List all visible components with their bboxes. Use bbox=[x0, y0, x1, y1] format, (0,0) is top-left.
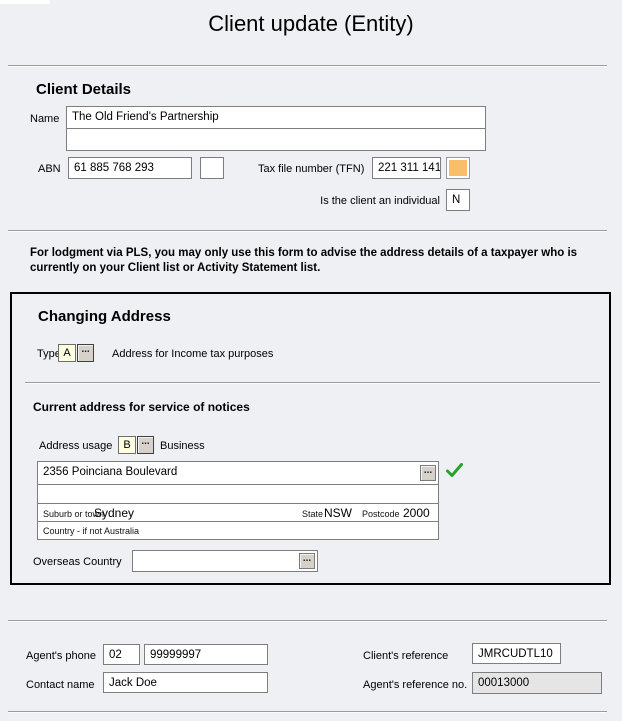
individual-label: Is the client an individual bbox=[250, 195, 440, 207]
agent-phone-label: Agent's phone bbox=[26, 650, 96, 662]
street-line1-input[interactable]: 2356 Poinciana Boulevard bbox=[43, 466, 177, 478]
name-input-line2[interactable] bbox=[66, 128, 486, 151]
street-line1-row: 2356 Poinciana Boulevard ... bbox=[38, 462, 438, 484]
postcode-input[interactable]: 2000 bbox=[403, 506, 430, 520]
overseas-country-input[interactable] bbox=[132, 550, 318, 572]
overseas-country-browse-button[interactable]: ... bbox=[299, 553, 315, 569]
overseas-country-label: Overseas Country bbox=[33, 556, 122, 568]
divider bbox=[8, 65, 607, 67]
client-details-heading: Client Details bbox=[36, 81, 131, 98]
agent-phone-area-input[interactable]: 02 bbox=[103, 644, 140, 665]
client-update-form: Client update (Entity) Client Details Na… bbox=[0, 0, 622, 721]
address-usage-browse-button[interactable]: ... bbox=[137, 436, 154, 454]
address-type-input[interactable]: A bbox=[58, 344, 76, 362]
country-row: Country - if not Australia bbox=[38, 521, 438, 539]
agent-reference-label: Agent's reference no. bbox=[363, 679, 467, 691]
address-block: 2356 Poinciana Boulevard ... Suburb or t… bbox=[37, 461, 439, 540]
client-reference-label: Client's reference bbox=[363, 650, 448, 662]
address-usage-label: Address usage bbox=[39, 440, 112, 452]
name-label: Name bbox=[30, 113, 59, 125]
divider bbox=[25, 382, 600, 384]
current-address-heading: Current address for service of notices bbox=[33, 400, 250, 414]
contact-name-label: Contact name bbox=[26, 679, 94, 691]
address-usage-input[interactable]: B bbox=[118, 436, 136, 454]
tfn-highlight-box[interactable] bbox=[446, 157, 470, 179]
name-input-line1[interactable]: The Old Friend's Partnership bbox=[66, 106, 486, 129]
state-label: State bbox=[302, 509, 323, 519]
address-usage-description: Business bbox=[160, 440, 205, 452]
tfn-input[interactable]: 221 311 141 bbox=[372, 157, 441, 179]
divider bbox=[8, 230, 607, 232]
abn-input[interactable]: 61 885 768 293 bbox=[68, 157, 192, 179]
divider bbox=[8, 620, 607, 622]
suburb-state-postcode-row: Suburb or town Sydney State NSW Postcode… bbox=[38, 503, 438, 521]
abn-suffix-input[interactable] bbox=[200, 157, 224, 179]
abn-label: ABN bbox=[38, 163, 61, 175]
top-left-strip bbox=[0, 0, 50, 4]
divider bbox=[8, 711, 607, 713]
pls-notice-line1: For lodgment via PLS, you may only use t… bbox=[30, 247, 577, 259]
changing-address-heading: Changing Address bbox=[38, 308, 171, 325]
agent-reference-input[interactable]: 00013000 bbox=[472, 672, 602, 694]
country-label: Country - if not Australia bbox=[43, 526, 139, 536]
pls-notice-line2: currently on your Client list or Activit… bbox=[30, 262, 320, 274]
contact-name-input[interactable]: Jack Doe bbox=[103, 672, 268, 693]
postcode-label: Postcode bbox=[362, 509, 400, 519]
pls-notice: For lodgment via PLS, you may only use t… bbox=[30, 246, 595, 276]
street-line2-row bbox=[38, 484, 438, 503]
address-type-browse-button[interactable]: ... bbox=[77, 344, 94, 362]
state-input[interactable]: NSW bbox=[324, 506, 352, 520]
agent-phone-number-input[interactable]: 99999997 bbox=[144, 644, 268, 665]
client-reference-input[interactable]: JMRCUDTL10 bbox=[472, 643, 561, 664]
changing-address-panel bbox=[10, 292, 611, 585]
individual-input[interactable]: N bbox=[446, 189, 470, 211]
tfn-label: Tax file number (TFN) bbox=[258, 163, 364, 175]
address-type-description: Address for Income tax purposes bbox=[112, 348, 273, 360]
address-usage-combo: B ... bbox=[118, 436, 154, 454]
address-valid-check-icon bbox=[446, 463, 463, 478]
suburb-input[interactable]: Sydney bbox=[94, 506, 134, 520]
address-type-combo: A ... bbox=[58, 344, 94, 362]
page-title: Client update (Entity) bbox=[0, 11, 622, 37]
street-browse-button[interactable]: ... bbox=[420, 465, 436, 481]
